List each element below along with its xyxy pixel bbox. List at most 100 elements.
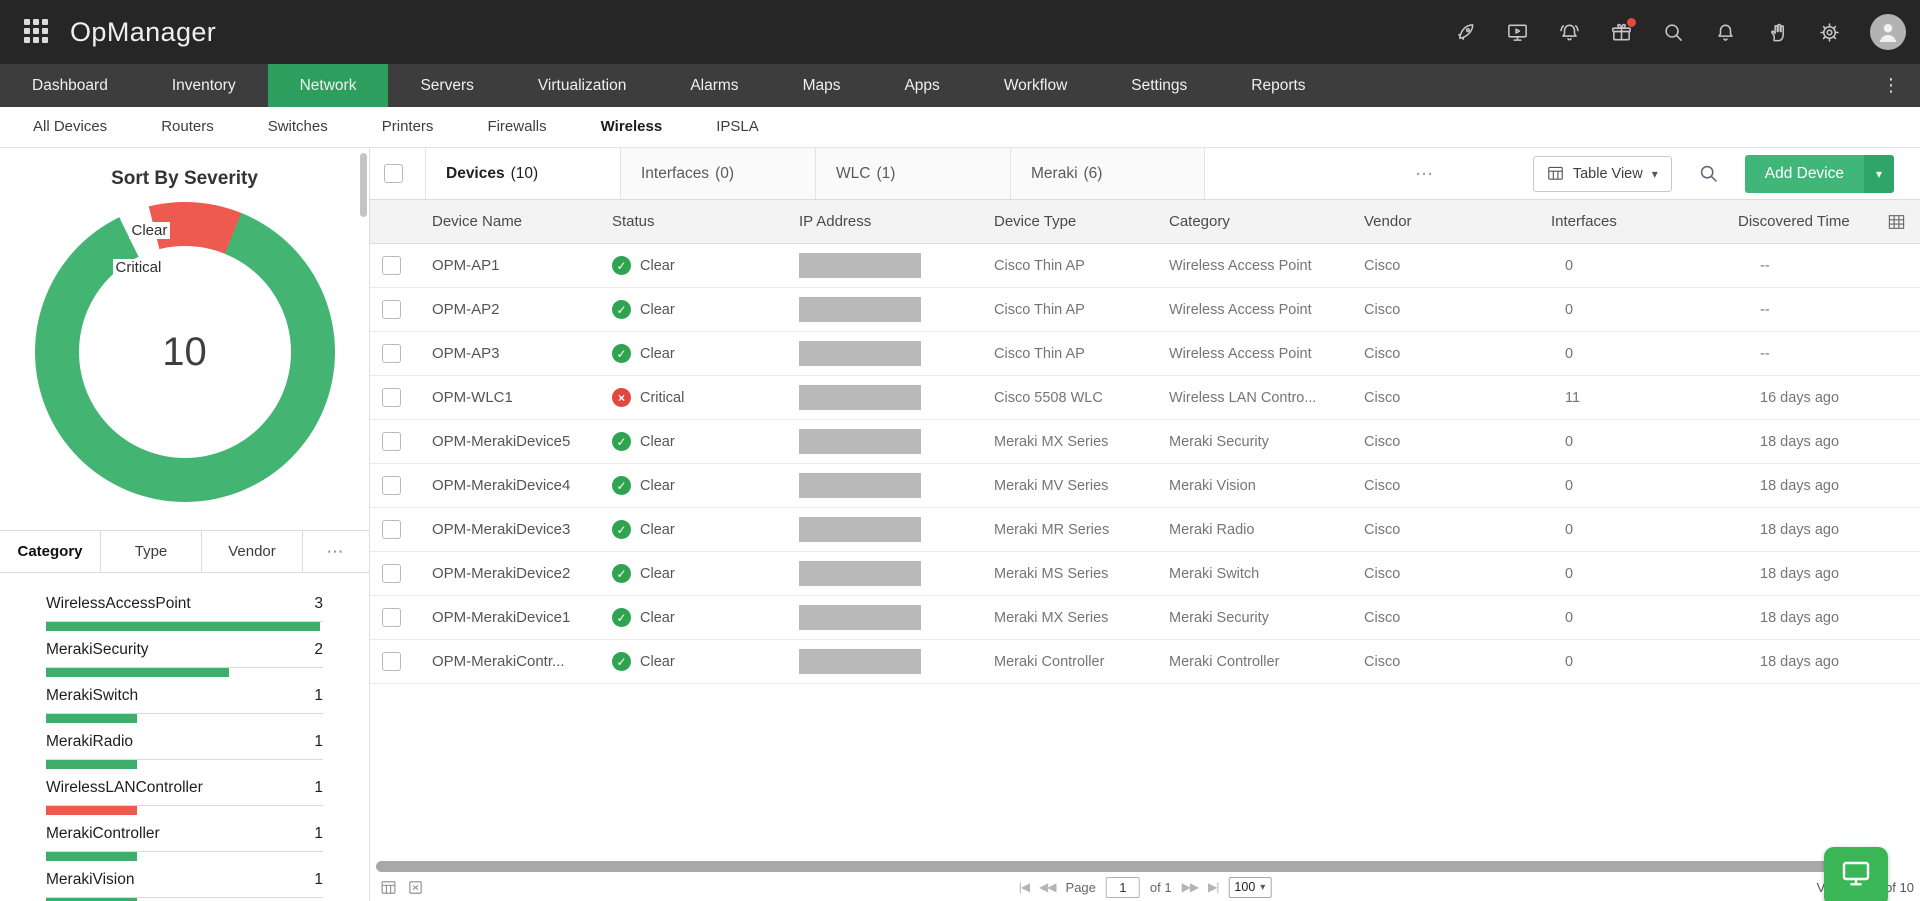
table-row[interactable]: OPM-MerakiDevice4✓ClearMeraki MV SeriesM… bbox=[370, 464, 1920, 508]
row-checkbox[interactable] bbox=[382, 520, 401, 539]
settings-gear-icon[interactable] bbox=[1818, 21, 1841, 44]
row-checkbox[interactable] bbox=[382, 256, 401, 275]
select-all-checkbox[interactable] bbox=[384, 164, 403, 183]
remote-demo-screen-icon[interactable] bbox=[1506, 21, 1529, 44]
nav-item-apps[interactable]: Apps bbox=[872, 64, 971, 107]
row-checkbox[interactable] bbox=[382, 564, 401, 583]
device-name-link[interactable]: OPM-AP3 bbox=[432, 345, 612, 362]
category-item-merakiswitch[interactable]: MerakiSwitch1 bbox=[46, 687, 323, 723]
global-search-icon[interactable] bbox=[1662, 21, 1685, 44]
tabs-overflow-icon[interactable]: ⋯ bbox=[1415, 163, 1436, 184]
discovered-time-cell: -- bbox=[1738, 258, 1920, 274]
row-checkbox[interactable] bbox=[382, 300, 401, 319]
table-row[interactable]: OPM-MerakiDevice5✓ClearMeraki MX SeriesM… bbox=[370, 420, 1920, 464]
column-header-device-name[interactable]: Device Name bbox=[432, 213, 612, 230]
tab-meraki[interactable]: Meraki(6) bbox=[1010, 148, 1205, 199]
sidebar-tab-type[interactable]: Type bbox=[101, 531, 202, 572]
last-page-button[interactable]: ▶| bbox=[1208, 880, 1218, 894]
horizontal-scrollbar[interactable] bbox=[376, 861, 1844, 872]
sidebar-tab-category[interactable]: Category bbox=[0, 531, 101, 572]
category-item-merakicontroller[interactable]: MerakiController1 bbox=[46, 825, 323, 861]
device-name-link[interactable]: OPM-MerakiDevice4 bbox=[432, 477, 612, 494]
table-row[interactable]: OPM-AP1✓ClearCisco Thin APWireless Acces… bbox=[370, 244, 1920, 288]
category-item-merakivision[interactable]: MerakiVision1 bbox=[46, 871, 323, 901]
nav-item-network[interactable]: Network bbox=[268, 64, 389, 107]
tab-interfaces[interactable]: Interfaces(0) bbox=[620, 148, 815, 199]
device-name-link[interactable]: OPM-AP2 bbox=[432, 301, 612, 318]
device-name-link[interactable]: OPM-WLC1 bbox=[432, 389, 612, 406]
device-name-link[interactable]: OPM-MerakiDevice5 bbox=[432, 433, 612, 450]
row-checkbox[interactable] bbox=[382, 344, 401, 363]
support-hand-icon[interactable] bbox=[1766, 21, 1789, 44]
row-checkbox[interactable] bbox=[382, 652, 401, 671]
column-header-device-type[interactable]: Device Type bbox=[994, 213, 1169, 230]
device-name-link[interactable]: OPM-AP1 bbox=[432, 257, 612, 274]
page-number-input[interactable] bbox=[1106, 877, 1140, 898]
subnav-item-wireless[interactable]: Wireless bbox=[574, 107, 690, 147]
notifications-bell-icon[interactable] bbox=[1714, 21, 1737, 44]
nav-item-workflow[interactable]: Workflow bbox=[972, 64, 1099, 107]
category-item-merakisecurity[interactable]: MerakiSecurity2 bbox=[46, 641, 323, 677]
nav-item-virtualization[interactable]: Virtualization bbox=[506, 64, 658, 107]
subnav-item-firewalls[interactable]: Firewalls bbox=[460, 107, 573, 147]
live-chat-button[interactable] bbox=[1824, 847, 1888, 901]
sidebar-tabs-overflow-icon[interactable]: ⋯ bbox=[303, 531, 369, 572]
nav-item-inventory[interactable]: Inventory bbox=[140, 64, 268, 107]
subnav-item-all-devices[interactable]: All Devices bbox=[6, 107, 134, 147]
prev-page-button[interactable]: ◀◀ bbox=[1039, 880, 1055, 894]
column-header-status[interactable]: Status bbox=[612, 213, 799, 230]
export-table-icon[interactable] bbox=[380, 879, 397, 896]
table-row[interactable]: OPM-AP2✓ClearCisco Thin APWireless Acces… bbox=[370, 288, 1920, 332]
column-header-ip-address[interactable]: IP Address bbox=[799, 213, 994, 230]
nav-item-dashboard[interactable]: Dashboard bbox=[0, 64, 140, 107]
column-header-vendor[interactable]: Vendor bbox=[1364, 213, 1551, 230]
add-device-button[interactable]: Add Device bbox=[1745, 155, 1864, 193]
sidebar-tab-vendor[interactable]: Vendor bbox=[202, 531, 303, 572]
apps-grid-icon[interactable] bbox=[24, 19, 50, 45]
device-name-link[interactable]: OPM-MerakiContr... bbox=[432, 653, 612, 670]
device-name-link[interactable]: OPM-MerakiDevice3 bbox=[432, 521, 612, 538]
subnav-item-printers[interactable]: Printers bbox=[355, 107, 461, 147]
page-size-select[interactable]: 100 ▾ bbox=[1228, 877, 1271, 898]
export-excel-icon[interactable] bbox=[407, 879, 424, 896]
subnav-item-switches[interactable]: Switches bbox=[241, 107, 355, 147]
ringing-bell-icon[interactable] bbox=[1558, 21, 1581, 44]
table-row[interactable]: OPM-MerakiDevice2✓ClearMeraki MS SeriesM… bbox=[370, 552, 1920, 596]
rocket-icon[interactable] bbox=[1454, 21, 1477, 44]
table-row[interactable]: OPM-MerakiContr...✓ClearMeraki Controlle… bbox=[370, 640, 1920, 684]
nav-item-alarms[interactable]: Alarms bbox=[658, 64, 770, 107]
table-row[interactable]: OPM-MerakiDevice1✓ClearMeraki MX SeriesM… bbox=[370, 596, 1920, 640]
next-page-button[interactable]: ▶▶ bbox=[1182, 880, 1198, 894]
row-checkbox[interactable] bbox=[382, 388, 401, 407]
row-checkbox[interactable] bbox=[382, 432, 401, 451]
device-name-link[interactable]: OPM-MerakiDevice1 bbox=[432, 609, 612, 626]
user-avatar[interactable] bbox=[1870, 14, 1906, 50]
row-checkbox[interactable] bbox=[382, 476, 401, 495]
nav-item-settings[interactable]: Settings bbox=[1099, 64, 1219, 107]
row-checkbox[interactable] bbox=[382, 608, 401, 627]
tab-devices[interactable]: Devices(10) bbox=[425, 148, 620, 199]
nav-item-servers[interactable]: Servers bbox=[388, 64, 505, 107]
add-device-dropdown-button[interactable]: ▾ bbox=[1864, 155, 1894, 193]
nav-item-reports[interactable]: Reports bbox=[1219, 64, 1337, 107]
column-chooser-icon[interactable] bbox=[1887, 212, 1906, 231]
table-row[interactable]: OPM-WLC1×CriticalCisco 5508 WLCWireless … bbox=[370, 376, 1920, 420]
sidebar-scrollbar[interactable] bbox=[360, 153, 367, 217]
column-header-interfaces[interactable]: Interfaces bbox=[1551, 213, 1738, 230]
device-name-link[interactable]: OPM-MerakiDevice2 bbox=[432, 565, 612, 582]
table-row[interactable]: OPM-MerakiDevice3✓ClearMeraki MR SeriesM… bbox=[370, 508, 1920, 552]
table-view-button[interactable]: Table View ▾ bbox=[1533, 156, 1672, 192]
category-item-wirelessaccesspoint[interactable]: WirelessAccessPoint3 bbox=[46, 595, 323, 631]
search-icon[interactable] bbox=[1698, 163, 1719, 184]
subnav-item-ipsla[interactable]: IPSLA bbox=[689, 107, 786, 147]
nav-item-maps[interactable]: Maps bbox=[771, 64, 873, 107]
category-item-wirelesslancontroller[interactable]: WirelessLANController1 bbox=[46, 779, 323, 815]
subnav-item-routers[interactable]: Routers bbox=[134, 107, 241, 147]
tab-wlc[interactable]: WLC(1) bbox=[815, 148, 1010, 199]
category-item-merakiradio[interactable]: MerakiRadio1 bbox=[46, 733, 323, 769]
table-row[interactable]: OPM-AP3✓ClearCisco Thin APWireless Acces… bbox=[370, 332, 1920, 376]
column-header-category[interactable]: Category bbox=[1169, 213, 1364, 230]
first-page-button[interactable]: |◀ bbox=[1019, 880, 1029, 894]
nav-overflow-icon[interactable]: ⋮ bbox=[1862, 64, 1920, 107]
rewards-gift-icon[interactable] bbox=[1610, 21, 1633, 44]
